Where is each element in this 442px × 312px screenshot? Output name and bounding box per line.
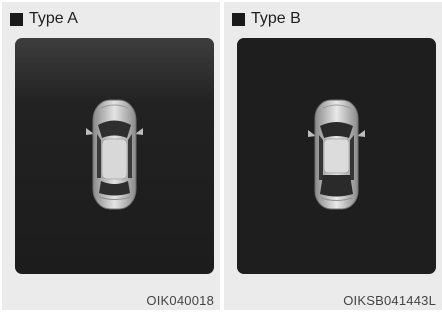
square-bullet-icon xyxy=(232,12,245,26)
square-bullet-icon xyxy=(10,12,23,26)
figure-panel-type-b: Type B OIKSB041443L xyxy=(224,2,442,310)
car-top-view-icon xyxy=(308,99,365,210)
car-top-view-icon xyxy=(86,99,143,210)
image-code: OIKSB041443L xyxy=(343,293,436,308)
panel-title: Type B xyxy=(251,10,301,27)
panel-header: Type B xyxy=(232,9,301,29)
panel-title: Type A xyxy=(29,10,78,27)
figure-panel-type-a: Type A OIK040018 xyxy=(2,2,220,310)
panel-header: Type A xyxy=(10,9,78,29)
display-screen xyxy=(237,38,436,274)
display-screen xyxy=(15,38,214,274)
image-code: OIK040018 xyxy=(146,293,214,308)
